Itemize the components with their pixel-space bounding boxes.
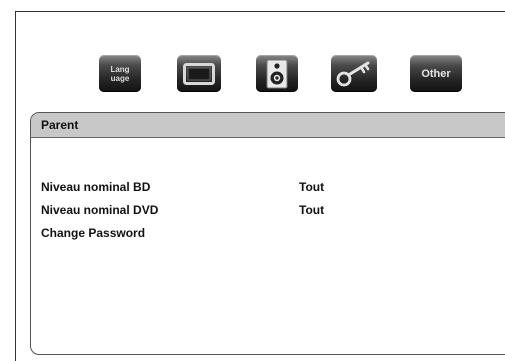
settings-toolbar: Lang uage Other: [0, 55, 505, 95]
rating-dvd-label: Niveau nominal DVD: [41, 203, 159, 217]
display-button[interactable]: [177, 55, 221, 92]
change-password-label: Change Password: [41, 226, 146, 240]
language-button[interactable]: Lang uage: [99, 55, 141, 92]
parent-settings-panel: Parent Niveau nominal BD Tout Niveau nom…: [30, 112, 505, 355]
other-button[interactable]: Other: [410, 55, 462, 92]
rating-dvd-value: Tout: [299, 203, 325, 217]
panel-title: Parent: [31, 113, 505, 138]
rating-bd-value: Tout: [299, 180, 325, 194]
speaker-icon: [266, 59, 288, 88]
parental-button[interactable]: [331, 55, 377, 92]
rating-bd-label: Niveau nominal BD: [41, 180, 151, 194]
display-icon: [183, 62, 215, 85]
key-icon: [336, 61, 370, 86]
audio-button[interactable]: [256, 55, 298, 92]
language-icon: Lang uage: [110, 64, 130, 83]
other-icon: Other: [421, 67, 451, 80]
